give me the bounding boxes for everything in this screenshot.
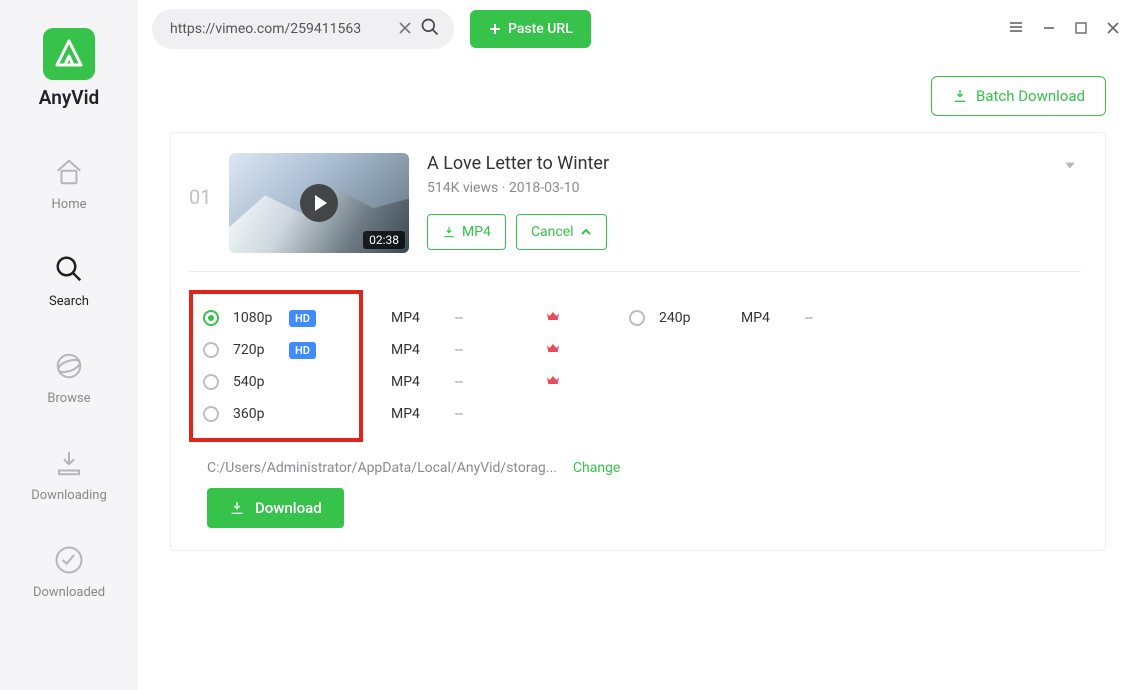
crown-icon: [545, 372, 561, 392]
change-path-link[interactable]: Change: [573, 460, 620, 476]
size-label: --: [805, 310, 835, 326]
downloading-icon: [54, 448, 84, 482]
hd-badge: HD: [289, 342, 316, 359]
format-label: MP4: [741, 310, 781, 326]
quality-label: 1080p: [233, 310, 281, 326]
nav-label: Downloaded: [33, 585, 105, 600]
format-label: MP4: [391, 374, 431, 390]
paste-label: Paste URL: [508, 21, 573, 37]
search-button[interactable]: [420, 17, 440, 41]
minimize-icon[interactable]: [1042, 20, 1056, 39]
batch-download-button[interactable]: Batch Download: [931, 76, 1106, 116]
search-input[interactable]: [170, 21, 398, 37]
quality-table: 1080p HD 720p HD 540p 360p MP4 -- MP4 -- MP4 -- MP4…: [189, 290, 1081, 442]
search-icon: [54, 254, 84, 288]
format-label: MP4: [391, 406, 431, 422]
home-icon: [54, 157, 84, 191]
quality-label: 720p: [233, 342, 281, 358]
window-controls: [1008, 19, 1124, 39]
video-views: 514K views: [427, 180, 498, 196]
quality-option[interactable]: 240p MP4 --: [629, 302, 929, 334]
quality-option[interactable]: 1080p HD: [203, 302, 349, 334]
nav-label: Search: [49, 294, 89, 309]
format-label: MP4: [391, 342, 431, 358]
paste-url-button[interactable]: Paste URL: [470, 10, 591, 48]
close-icon[interactable]: [1106, 20, 1120, 39]
menu-icon[interactable]: [1008, 19, 1024, 39]
nav-label: Browse: [47, 391, 90, 406]
size-label: --: [455, 342, 485, 358]
result-index: 01: [189, 185, 215, 209]
main-panel: Paste URL Batch Download: [138, 0, 1138, 690]
crown-icon: [545, 340, 561, 360]
video-thumbnail[interactable]: 02:38: [229, 153, 409, 253]
size-label: --: [455, 310, 485, 326]
divider: [189, 271, 1081, 272]
highlight-box: 1080p HD 720p HD 540p 360p: [189, 290, 363, 442]
app-logo: [43, 28, 95, 80]
download-button[interactable]: Download: [207, 488, 344, 528]
size-label: --: [455, 406, 485, 422]
quality-option[interactable]: 720p HD: [203, 334, 349, 366]
sidebar: AnyVid Home Search Browse Downloading Do…: [0, 0, 138, 690]
video-title: A Love Letter to Winter: [427, 153, 1081, 174]
video-duration: 02:38: [363, 231, 405, 249]
radio-icon[interactable]: [629, 310, 645, 326]
nav-label: Downloading: [31, 488, 107, 503]
quality-option[interactable]: 360p: [203, 398, 349, 430]
nav-home[interactable]: Home: [0, 157, 138, 212]
result-card: 01 02:38 A Love Letter to Winter 514K vi…: [170, 132, 1106, 551]
search-bar: [152, 9, 454, 49]
quality-label: 540p: [233, 374, 281, 390]
video-meta: 514K views · 2018-03-10: [427, 180, 1081, 196]
radio-icon[interactable]: [203, 310, 219, 326]
topbar: Paste URL: [138, 0, 1138, 58]
content-area: Batch Download 01 02:38 A Love Letter to…: [138, 58, 1138, 551]
radio-icon[interactable]: [203, 342, 219, 358]
mp4-button[interactable]: MP4: [427, 214, 506, 250]
batch-label: Batch Download: [976, 87, 1085, 105]
nav-downloaded[interactable]: Downloaded: [0, 545, 138, 600]
downloaded-icon: [54, 545, 84, 579]
hd-badge: HD: [289, 310, 316, 327]
nav-search[interactable]: Search: [0, 254, 138, 309]
nav-browse[interactable]: Browse: [0, 351, 138, 406]
clear-icon[interactable]: [398, 20, 412, 39]
save-path: C:/Users/Administrator/AppData/Local/Any…: [207, 460, 557, 476]
collapse-icon[interactable]: [1063, 157, 1077, 176]
crown-icon: [545, 308, 561, 328]
globe-icon: [54, 351, 84, 385]
maximize-icon[interactable]: [1074, 20, 1088, 39]
quality-option[interactable]: 540p: [203, 366, 349, 398]
nav-label: Home: [52, 197, 87, 212]
cancel-label: Cancel: [531, 224, 574, 240]
cancel-button[interactable]: Cancel: [516, 214, 607, 250]
quality-label: 240p: [659, 310, 719, 326]
radio-icon[interactable]: [203, 406, 219, 422]
quality-label: 360p: [233, 406, 281, 422]
nav-downloading[interactable]: Downloading: [0, 448, 138, 503]
size-label: --: [455, 374, 485, 390]
play-icon[interactable]: [300, 184, 338, 222]
app-name: AnyVid: [39, 86, 99, 109]
video-date: 2018-03-10: [509, 180, 580, 196]
format-label: MP4: [391, 310, 431, 326]
radio-icon[interactable]: [203, 374, 219, 390]
mp4-label: MP4: [462, 224, 491, 240]
download-label: Download: [255, 499, 322, 517]
